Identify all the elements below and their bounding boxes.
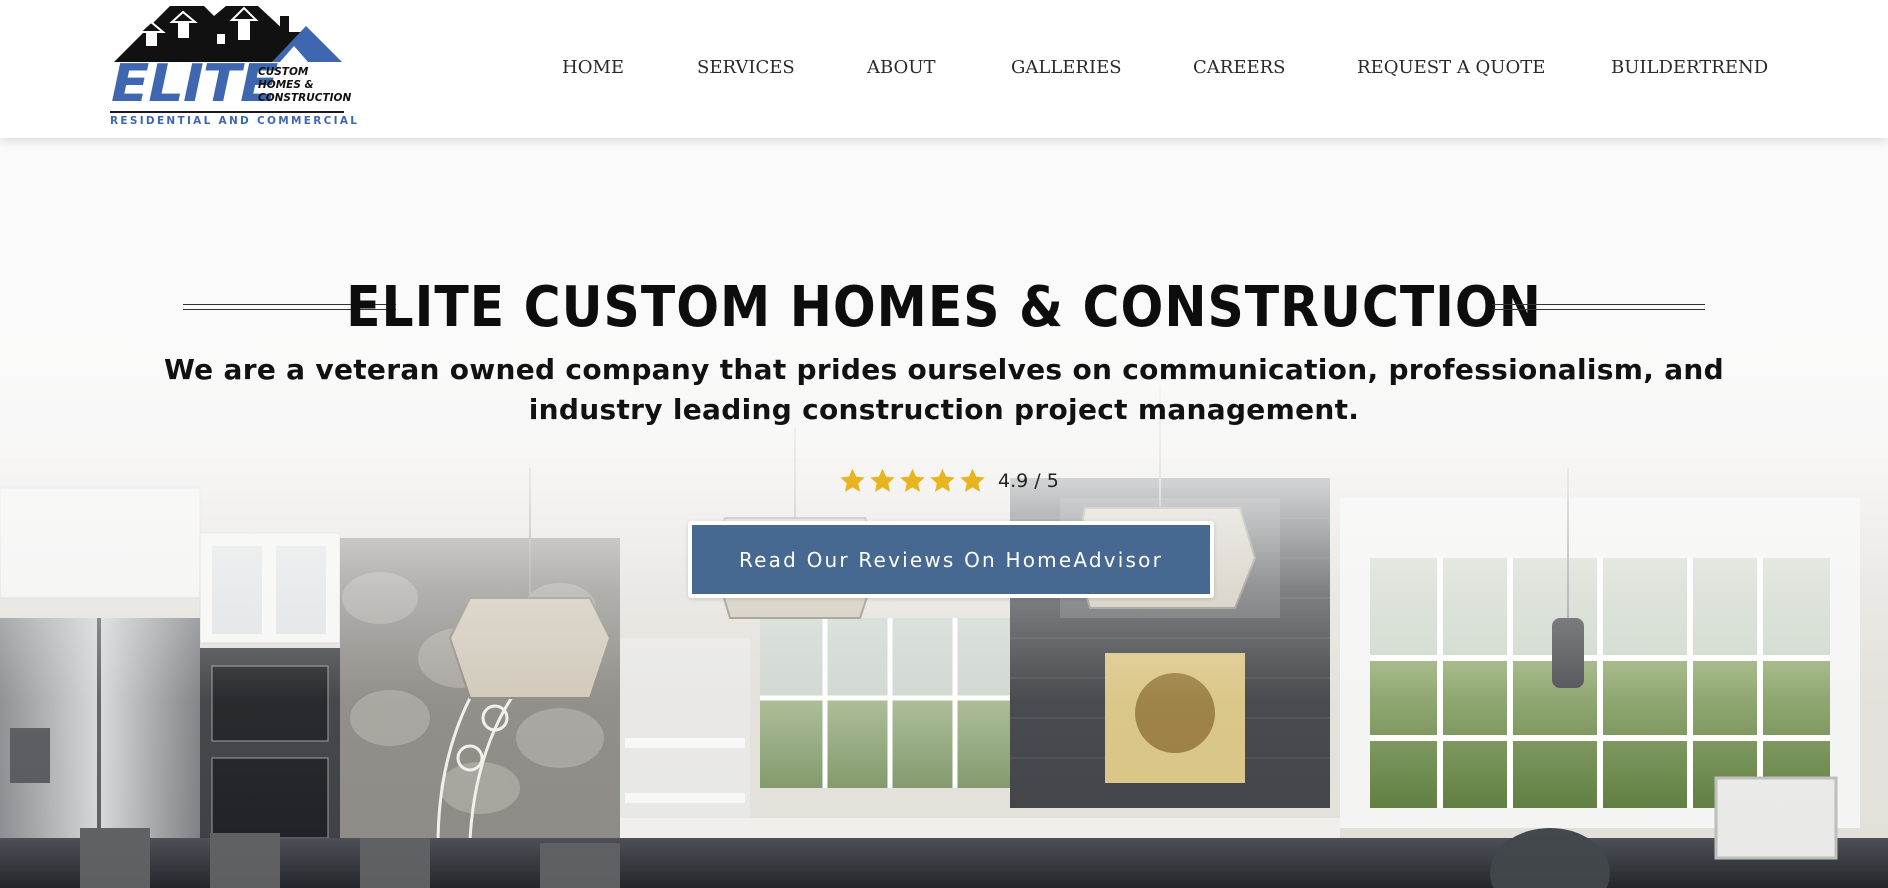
hero-title: ELITE CUSTOM HOMES & CONSTRUCTION — [346, 275, 1542, 340]
logo-divider — [110, 111, 344, 113]
hero-title-block: ELITE CUSTOM HOMES & CONSTRUCTION — [183, 272, 1705, 342]
nav-galleries[interactable]: GALLERIES — [1011, 56, 1122, 80]
nav-about[interactable]: ABOUT — [867, 56, 936, 80]
title-divider-right — [1492, 304, 1705, 310]
site-logo[interactable]: ELITE CUSTOM HOMES & CONSTRUCTION RESIDE… — [108, 2, 360, 128]
star-icon — [930, 468, 955, 492]
logo-wordmark: ELITE — [111, 54, 278, 114]
star-rating — [838, 467, 988, 495]
nav-home[interactable]: HOME — [562, 56, 624, 80]
nav-careers[interactable]: CAREERS — [1193, 56, 1286, 80]
nav-services[interactable]: SERVICES — [697, 56, 795, 80]
homeadvisor-reviews-button[interactable]: Read Our Reviews On HomeAdvisor — [688, 521, 1214, 598]
star-icon — [840, 468, 865, 492]
star-icon — [960, 468, 985, 492]
hero-subtitle: We are a veteran owned company that prid… — [164, 353, 1724, 426]
homeadvisor-reviews-button-label: Read Our Reviews On HomeAdvisor — [692, 525, 1210, 594]
rating-widget: 4.9 / 5 — [838, 466, 1059, 496]
hero-section — [0, 138, 1888, 888]
logo-side-text: CUSTOM HOMES & CONSTRUCTION — [258, 66, 352, 104]
house-roof-logo-icon — [114, 6, 342, 62]
rating-value: 4.9 / 5 — [998, 470, 1059, 492]
logo-tagline: RESIDENTIAL AND COMMERCIAL — [110, 115, 360, 127]
nav-request-a-quote[interactable]: REQUEST A QUOTE — [1357, 56, 1545, 80]
nav-buildertrend[interactable]: BUILDERTREND — [1611, 56, 1768, 80]
hero-overlay — [0, 138, 1888, 888]
site-header: ELITE CUSTOM HOMES & CONSTRUCTION RESIDE… — [0, 0, 1888, 138]
star-icon — [900, 468, 925, 492]
star-icon — [870, 468, 895, 492]
